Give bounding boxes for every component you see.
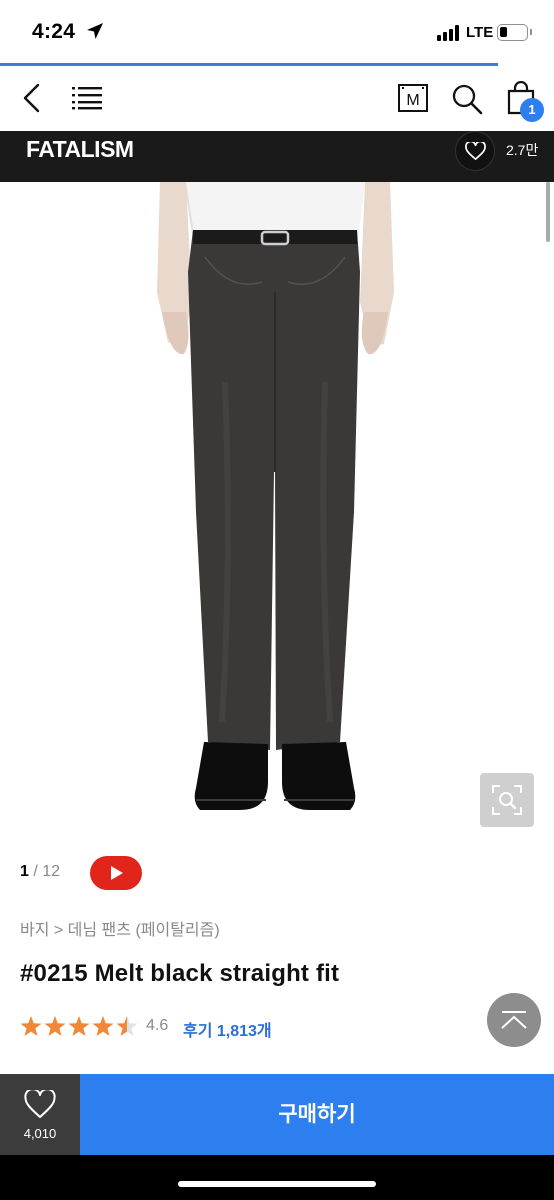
heart-icon — [24, 1090, 56, 1118]
status-time: 4:24 — [32, 20, 76, 43]
signal-icon — [437, 25, 461, 41]
location-arrow-icon — [87, 23, 103, 39]
play-icon — [111, 866, 123, 880]
my-page-label: M — [406, 92, 419, 109]
zoom-button[interactable] — [480, 773, 534, 827]
star-filled — [68, 1016, 90, 1036]
brand-like-button[interactable] — [455, 131, 495, 171]
brand-like-count: 2.7만 — [506, 142, 539, 158]
cart-count-badge: 1 — [520, 98, 544, 122]
wishlist-button[interactable]: 4,010 — [0, 1074, 80, 1155]
search-icon[interactable] — [451, 83, 483, 115]
gallery-total: 12 — [42, 863, 61, 880]
rating-value: 4.6 — [146, 1017, 169, 1034]
star-filled — [92, 1016, 114, 1036]
category-breadcrumb[interactable]: 바지 > 데님 팬츠 (페이탈리즘) — [20, 916, 220, 940]
buy-button[interactable]: 구매하기 — [80, 1074, 554, 1155]
network-label: LTE — [466, 24, 494, 41]
star-filled — [44, 1016, 66, 1036]
jeans-photo — [157, 182, 394, 810]
scroll-up-icon — [501, 1011, 527, 1029]
product-title: #0215 Melt black straight fit — [20, 960, 340, 987]
status-bar: 4:24 LTE — [0, 0, 554, 62]
my-page-icon[interactable]: M — [398, 84, 428, 112]
brand-name[interactable]: FATALISM — [26, 136, 134, 163]
wishlist-count: 4,010 — [23, 1126, 57, 1141]
back-icon[interactable] — [20, 83, 42, 113]
menu-icon[interactable] — [72, 86, 102, 110]
browser-bottom-bar — [0, 1155, 554, 1200]
gallery-page-indicator: 1 / 12 — [20, 863, 60, 881]
gallery-separator: / — [33, 863, 38, 880]
scroll-to-top-button[interactable] — [487, 993, 541, 1047]
bottom-action-bar: 4,010 구매하기 — [0, 1074, 554, 1155]
video-play-button[interactable] — [90, 856, 142, 890]
star-filled — [20, 1016, 42, 1036]
gallery-current: 1 — [20, 863, 29, 880]
review-count-link[interactable]: 후기 1,813개 — [183, 1017, 272, 1041]
rating-stars — [20, 1016, 138, 1036]
page-scrollbar[interactable] — [546, 182, 550, 242]
heart-icon — [465, 142, 486, 160]
zoom-search-icon — [492, 785, 522, 815]
home-indicator[interactable] — [178, 1181, 376, 1187]
battery-icon — [497, 24, 528, 41]
product-image[interactable] — [0, 182, 554, 832]
